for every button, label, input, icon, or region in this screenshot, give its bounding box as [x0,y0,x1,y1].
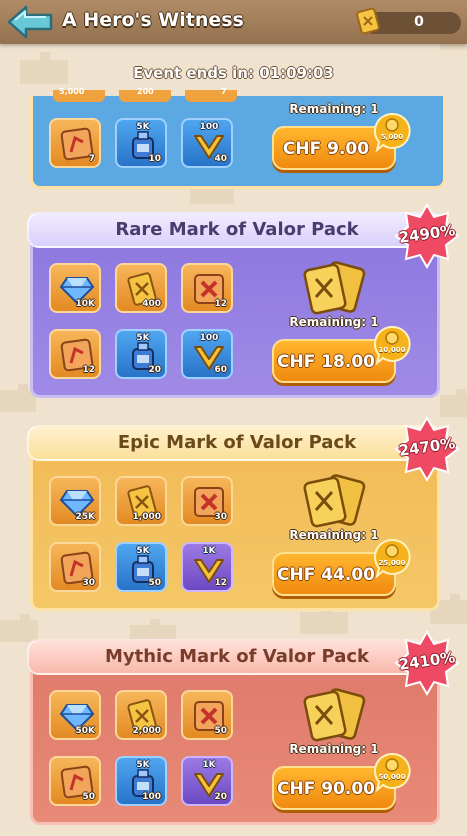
coin-bonus-amount: 10,000 [378,346,406,354]
item-quantity: 7 [88,154,95,164]
item-quantity: 400 [142,299,161,309]
reward-item-tile[interactable]: 50 [49,756,101,806]
item-quantity: 2,000 [132,726,161,736]
coin-icon [373,538,411,579]
coin-icon [373,752,411,793]
price-label: CHF 18.00 [276,352,375,372]
red-scroll-icon [194,487,224,517]
mark-of-valor-pack-icon [303,474,366,528]
reward-item-tile[interactable]: 5K 50 [115,542,167,592]
reward-item-tile[interactable]: 100 40 [181,118,233,168]
item-quantity: 50 [148,578,161,588]
item-bundle-label: 5K [136,122,150,132]
reward-item-tile[interactable]: 50K [49,690,101,740]
price-label: CHF 9.00 [282,139,370,159]
item-bundle-label: 1K [202,760,216,770]
mark-of-valor-pack-icon [303,261,366,315]
item-quantity: 100 [142,792,161,802]
reward-item-tile[interactable]: 25K [49,476,101,526]
scroll-icon [60,338,94,372]
reward-item-tile[interactable]: 7 [49,118,101,168]
red-scroll-icon [194,274,224,304]
item-quantity: 25K [75,512,96,522]
discount-badge: 2410% [394,630,460,696]
reward-item-tile[interactable]: 30 [181,476,233,526]
reward-item-tile[interactable]: 5K 10 [115,118,167,168]
reward-item-tile[interactable]: 1K 20 [181,756,233,806]
item-bundle-label: 1K [202,546,216,556]
reward-item-tile[interactable]: 10K [49,263,101,313]
coin-bonus-amount: 5,000 [380,133,404,141]
item-quantity: 30 [82,578,95,588]
reward-item-tile[interactable]: 50 [181,690,233,740]
item-quantity: 30 [214,512,227,522]
event-timer: Event ends in: 01:09:03 [133,64,334,82]
currency-value: 0 [414,14,424,30]
reward-item-tile[interactable]: 400 [115,263,167,313]
red-scroll-icon [194,701,224,731]
coin-icon [373,325,411,366]
item-quantity: 10K [75,299,96,309]
scroll-icon [60,765,94,799]
price-label: CHF 90.00 [276,779,375,799]
coin-icon [373,112,411,153]
coin-bonus-badge: 10,000 [372,325,412,366]
reward-item-tile[interactable]: 5K 100 [115,756,167,806]
reward-item-tile[interactable]: 1K 12 [181,542,233,592]
coin-bonus-badge: 5,000 [372,112,412,153]
item-quantity: 12 [214,578,227,588]
page-title: A Hero's Witness [62,9,244,31]
item-quantity: 60 [214,365,227,375]
item-quantity: 50 [82,792,95,802]
item-bundle-label: 5K [136,546,150,556]
coin-bonus-amount: 50,000 [378,773,406,781]
item-quantity: 40 [214,154,227,164]
item-quantity: 50 [214,726,227,736]
item-bundle-label: 5K [136,333,150,343]
item-bundle-label: 100 [199,333,219,343]
item-quantity: 12 [214,299,227,309]
back-arrow-icon[interactable] [6,5,54,39]
reward-item-tile[interactable]: 1,000 [115,476,167,526]
top-bar: A Hero's Witness 0 [0,0,467,44]
item-quantity: 12 [82,365,95,375]
item-quantity: 1,000 [132,512,161,522]
reward-item-tile[interactable]: 12 [181,263,233,313]
discount-badge: 2490% [394,203,460,269]
reward-item-tile[interactable]: 5K 20 [115,329,167,379]
coin-bonus-amount: 25,000 [378,559,406,567]
scroll-icon [60,127,94,161]
reward-item-tile[interactable]: 2,000 [115,690,167,740]
item-bundle-label: 100 [199,122,219,132]
mark-of-valor-pack-icon [303,688,366,742]
reward-item-tile[interactable]: 100 60 [181,329,233,379]
item-quantity: 10 [148,154,161,164]
coin-bonus-badge: 50,000 [372,752,412,793]
item-quantity: 20 [214,792,227,802]
reward-item-tile[interactable]: 12 [49,329,101,379]
item-quantity: 20 [148,365,161,375]
scroll-icon [60,551,94,585]
discount-badge: 2470% [394,416,460,482]
reward-item-tile[interactable]: 30 [49,542,101,592]
item-bundle-label: 5K [136,760,150,770]
coin-bonus-badge: 25,000 [372,538,412,579]
price-label: CHF 44.00 [276,565,375,585]
item-quantity: 50K [75,726,96,736]
